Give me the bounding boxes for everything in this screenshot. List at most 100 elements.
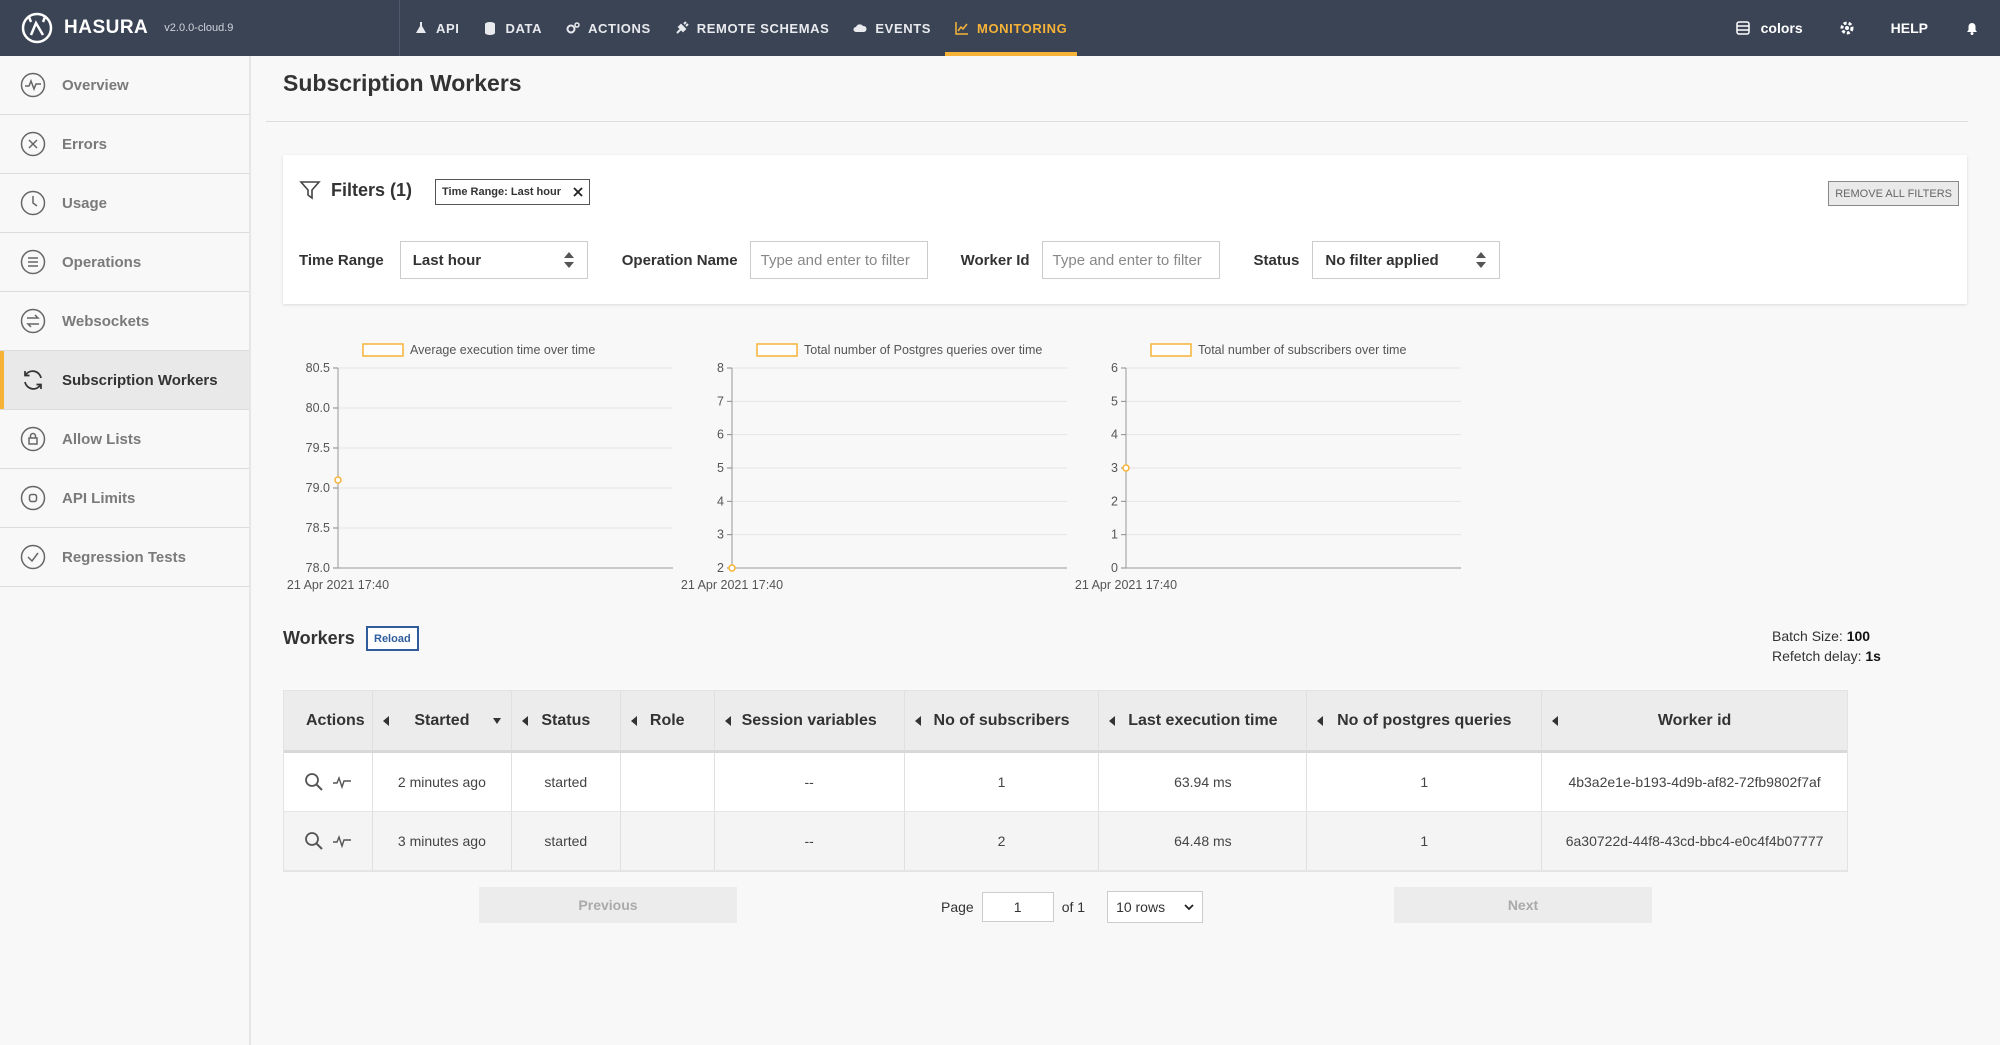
resize-caret-icon (724, 715, 731, 726)
y-tick-label: 78.0 (306, 561, 330, 575)
x-tick-label: 21 Apr 2021 17:40 (287, 578, 389, 592)
sidebar-item-errors[interactable]: Errors (0, 115, 249, 174)
nav-monitoring[interactable]: MONITORING (943, 0, 1079, 56)
sidebar-item-usage[interactable]: Usage (0, 174, 249, 233)
filter-chip-time-range[interactable]: Time Range: Last hour (435, 179, 590, 205)
table-row: 3 minutes ago started -- 2 64.48 ms 1 6a… (284, 812, 1847, 871)
y-tick-label: 80.5 (306, 361, 330, 375)
pulse-icon[interactable] (332, 772, 352, 792)
session-variables-cell: -- (715, 753, 905, 811)
column-header-label: No of subscribers (933, 711, 1070, 729)
sidebar-item-label: API Limits (62, 489, 136, 507)
nav-events[interactable]: EVENTS (841, 0, 943, 56)
list-icon (20, 249, 46, 275)
column-header-started[interactable]: Started (373, 691, 512, 750)
legend-swatch (1150, 343, 1192, 357)
refetch-delay-label: Refetch delay: (1772, 648, 1862, 664)
bell-icon[interactable] (1964, 20, 1980, 36)
worker-id-input[interactable]: Type and enter to filter (1041, 241, 1220, 279)
row-actions (304, 772, 352, 792)
pagination: Previous Page 1 of 1 10 rows Next (479, 887, 1652, 923)
column-header-actions[interactable]: Actions (284, 691, 373, 750)
worker-id-cell: 4b3a2e1e-b193-4d9b-af82-72fb9802f7af (1568, 774, 1821, 790)
sidebar-item-label: Allow Lists (62, 430, 142, 448)
nav-api[interactable]: API (402, 0, 471, 56)
sidebar-item-label: Subscription Workers (62, 371, 218, 389)
column-header-status[interactable]: Status (512, 691, 621, 750)
close-icon[interactable] (573, 187, 583, 197)
chart-svg: Total number of Postgres queries over ti… (681, 343, 1067, 592)
column-header-no-of-postgres-queries[interactable]: No of postgres queries (1307, 691, 1543, 750)
next-button[interactable]: Next (1394, 887, 1652, 923)
nav-data[interactable]: DATA (471, 0, 554, 56)
batch-info: Batch Size: 100 Refetch delay: 1s (1772, 626, 1881, 666)
column-header-session-variables[interactable]: Session variables (715, 691, 905, 750)
nav-remote-schemas[interactable]: REMOTE SCHEMAS (663, 0, 842, 56)
sidebar-item-operations[interactable]: Operations (0, 233, 249, 292)
role-cell (621, 812, 715, 870)
pulse-icon (20, 72, 46, 98)
y-tick-label: 79.5 (306, 441, 330, 455)
data-point (334, 476, 342, 484)
sidebar-item-label: Usage (62, 194, 108, 212)
subscribers-cell: 2 (905, 812, 1100, 870)
nav-actions-label: ACTIONS (588, 20, 651, 36)
y-tick-label: 6 (1111, 361, 1118, 375)
y-tick-label: 4 (1111, 428, 1118, 442)
time-range-select[interactable]: Last hour (399, 241, 588, 279)
nav-actions[interactable]: ACTIONS (554, 0, 663, 56)
resize-caret-icon (1552, 715, 1559, 726)
y-tick-label: 6 (717, 428, 724, 442)
main-nav: API DATA ACTIONS REMOTE SCHEMAS EVENTS M… (402, 0, 1079, 56)
column-header-role[interactable]: Role (621, 691, 715, 750)
last-execution-time-cell: 63.94 ms (1099, 753, 1308, 811)
page-number-input[interactable]: 1 (981, 892, 1054, 922)
worker-id-cell: 6a30722d-44f8-43cd-bbc4-e0c4f4b07777 (1565, 833, 1824, 849)
operation-name-input[interactable]: Type and enter to filter (749, 241, 928, 279)
help-link[interactable]: HELP (1891, 20, 1928, 36)
nav-remote-schemas-label: REMOTE SCHEMAS (696, 20, 830, 36)
status-select[interactable]: No filter applied (1312, 241, 1501, 279)
gear-icon[interactable] (1839, 20, 1855, 36)
sidebar-item-regression-tests[interactable]: Regression Tests (0, 528, 249, 587)
column-header-last-execution-time[interactable]: Last execution time (1099, 691, 1308, 750)
chart-subscribers: Total number of subscribers over time 0 1 2… (1071, 336, 1471, 601)
filter-chip-label: Time Range: Last hour (442, 186, 561, 198)
workers-heading: Workers (283, 628, 355, 648)
y-tick-label: 78.5 (306, 521, 330, 535)
sidebar-item-overview[interactable]: Overview (0, 56, 249, 115)
sidebar-item-allow-lists[interactable]: Allow Lists (0, 410, 249, 469)
search-icon[interactable] (304, 772, 324, 792)
column-header-worker-id[interactable]: Worker id (1542, 691, 1847, 750)
status-label: Status (1253, 251, 1300, 269)
chart-avg-execution-time: Average execution time over time 78.0 78.5… (283, 336, 683, 601)
column-header-label: No of postgres queries (1337, 711, 1512, 729)
plug-icon (676, 21, 689, 34)
column-header-no-of-subscribers[interactable]: No of subscribers (905, 691, 1100, 750)
reload-button[interactable]: Reload (366, 626, 419, 651)
y-tick-label: 1 (1111, 528, 1118, 542)
chevron-down-icon (1184, 904, 1194, 911)
sidebar-item-api-limits[interactable]: API Limits (0, 469, 249, 528)
previous-button[interactable]: Previous (479, 887, 737, 923)
worker-id-label: Worker Id (960, 251, 1030, 269)
column-header-label: Role (649, 711, 685, 729)
y-tick-label: 7 (717, 394, 724, 408)
resize-caret-icon (1109, 715, 1116, 726)
search-icon[interactable] (304, 831, 324, 851)
batch-size: Batch Size: 100 (1772, 626, 1881, 646)
resize-caret-icon (521, 715, 528, 726)
sidebar-item-label: Websockets (62, 312, 150, 330)
refresh-icon (24, 370, 42, 390)
filters-panel: Filters (1) Time Range: Last hour REMOVE… (283, 155, 1967, 304)
top-navbar: HASURA v2.0.0-cloud.9 API DATA ACTIONS R… (0, 0, 2000, 56)
sidebar-item-subscription-workers[interactable]: Subscription Workers (0, 351, 249, 410)
project-selector[interactable]: colors (1735, 20, 1803, 36)
remove-all-filters-button[interactable]: REMOVE ALL FILTERS (1828, 181, 1959, 206)
x-tick-label: 21 Apr 2021 17:40 (681, 578, 783, 592)
sidebar-item-websockets[interactable]: Websockets (0, 292, 249, 351)
nav-monitoring-label: MONITORING (977, 20, 1068, 36)
brand[interactable]: HASURA v2.0.0-cloud.9 (20, 0, 400, 56)
pulse-icon[interactable] (332, 831, 352, 851)
rows-per-page-select[interactable]: 10 rows (1107, 891, 1204, 923)
